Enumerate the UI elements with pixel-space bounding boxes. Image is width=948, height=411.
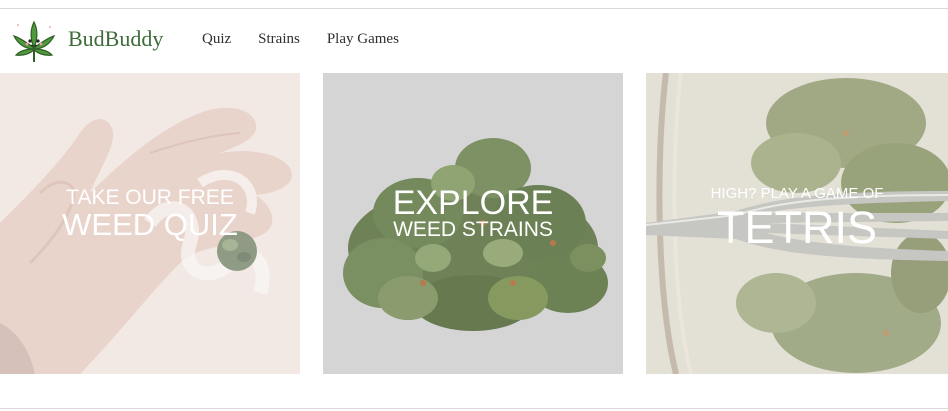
- feature-tiles: Take our free Weed Quiz: [0, 73, 948, 374]
- nav-item-strains[interactable]: Strains: [258, 31, 300, 48]
- tetris-tile-subtitle: High? Play a game of: [710, 185, 884, 202]
- quiz-tile-title: Weed Quiz: [62, 207, 238, 242]
- tetris-tile[interactable]: High? Play a game of Tetris: [646, 73, 948, 374]
- footer-divider: [0, 408, 948, 409]
- quiz-tile[interactable]: Take our free Weed Quiz: [0, 73, 300, 374]
- strains-tile[interactable]: Explore Weed Strains: [323, 73, 623, 374]
- brand-name[interactable]: BudBuddy: [68, 26, 163, 52]
- navbar: BudBuddy Quiz Strains Play Games: [0, 9, 948, 72]
- main-nav: Quiz Strains Play Games: [202, 31, 399, 48]
- cannabis-leaf-icon[interactable]: [10, 18, 58, 64]
- nav-item-play-games[interactable]: Play Games: [327, 31, 399, 48]
- browser-top-strip: [0, 0, 948, 9]
- strains-tile-subtitle: Weed Strains: [393, 218, 553, 241]
- tetris-tile-title: Tetris: [716, 202, 877, 253]
- nav-item-quiz[interactable]: Quiz: [202, 31, 231, 48]
